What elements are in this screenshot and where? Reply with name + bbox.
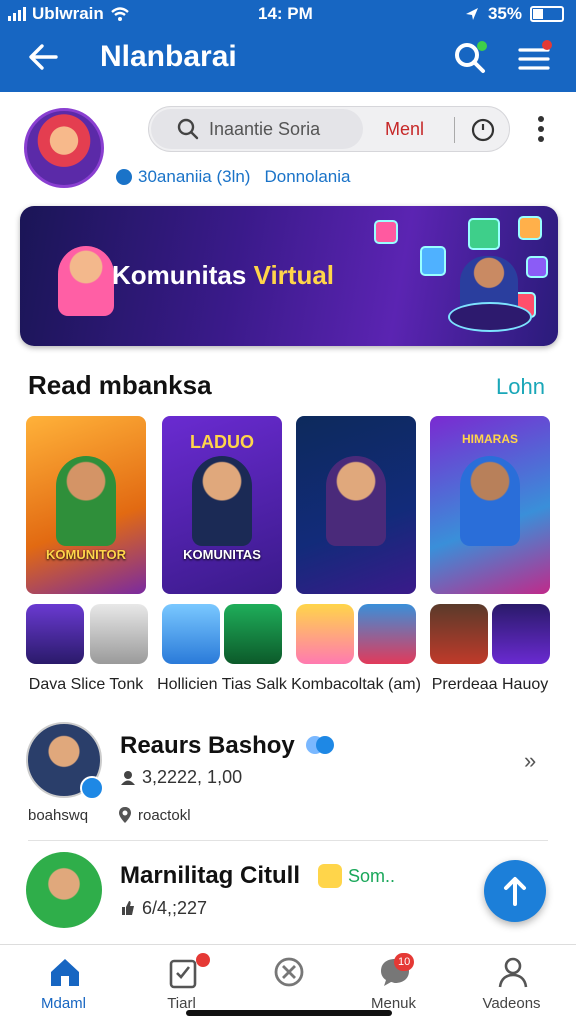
- user-name[interactable]: Marnilitag Citull: [120, 862, 300, 890]
- cancel-circle-icon: [274, 957, 304, 987]
- thumbnail-label: Kombacoltak (am): [291, 676, 421, 693]
- card-title: LADUO: [190, 432, 254, 452]
- verified-icon: [306, 736, 334, 754]
- banner-title: Komunitas Virtual: [112, 260, 335, 290]
- like-icon: [122, 901, 134, 915]
- thumbnail[interactable]: [430, 604, 488, 664]
- card-title: HIMARAS: [462, 432, 518, 446]
- see-all-link[interactable]: Lohn: [496, 374, 545, 400]
- search-input[interactable]: Inaantie Soria: [209, 119, 320, 140]
- user-stats: 3,2222, 1,00: [142, 767, 243, 787]
- status-bar: Ublwrain 14: PM 35%: [0, 0, 576, 28]
- notification-dot: [542, 40, 552, 50]
- card-character: [460, 456, 520, 546]
- status-label: Som..: [348, 866, 396, 886]
- clipboard-icon: [169, 959, 197, 989]
- nav-label: Mdaml: [40, 995, 86, 1012]
- thumbnail[interactable]: [26, 604, 84, 664]
- location-icon: [465, 8, 478, 20]
- banner-character: [58, 246, 114, 316]
- thumbnail[interactable]: [90, 604, 148, 664]
- search-bar[interactable]: Inaantie Soria Menl: [148, 106, 510, 152]
- floating-tile: [518, 216, 542, 240]
- card-caption: KOMUNITAS: [183, 547, 261, 562]
- clock-label: 14: PM: [258, 4, 313, 23]
- user-icon: [121, 771, 135, 785]
- app-bar: Ublwrain 14: PM 35% Nlanbarai: [0, 0, 576, 92]
- community-banner[interactable]: Komunitas Virtual: [20, 206, 558, 346]
- card-caption: KOMUNITOR: [46, 547, 126, 562]
- user-avatar[interactable]: [26, 852, 102, 928]
- profile-avatar[interactable]: [24, 108, 104, 188]
- location-pin-icon: [119, 807, 131, 823]
- user-stats: 6/4,;227: [142, 898, 208, 918]
- floating-tile: [420, 246, 446, 276]
- floating-tile: [468, 218, 500, 250]
- community-link[interactable]: Donnolania: [264, 167, 350, 187]
- card-character: [192, 456, 252, 546]
- verified-badge: [80, 776, 104, 800]
- thumbnail-label: Prerdeaa Hauoy: [431, 676, 549, 693]
- followers-count: 30ananiia (3ln): [138, 167, 251, 186]
- notification-dot: [196, 953, 210, 967]
- floating-tile: [374, 220, 398, 244]
- floating-tile: [526, 256, 548, 278]
- thumbnail-label: Hollicien Tias Salk: [157, 676, 287, 693]
- section-title: Read mbanksa: [28, 370, 212, 400]
- chevron-right-icon[interactable]: »: [524, 748, 536, 774]
- user-name[interactable]: Reaurs Bashoy: [120, 732, 295, 760]
- search-icon: [177, 118, 199, 140]
- banner-stage: [448, 302, 532, 332]
- thumbnail[interactable]: [296, 604, 354, 664]
- divider: [454, 117, 455, 143]
- nav-label: Vadeons: [482, 995, 541, 1012]
- thumbnail[interactable]: [492, 604, 550, 664]
- community-card[interactable]: HIMARAS: [430, 416, 550, 594]
- nav-profile[interactable]: Vadeons: [454, 945, 569, 1024]
- card-character: [56, 456, 116, 546]
- signal-icon: [8, 7, 26, 21]
- arrow-up-icon: [504, 877, 526, 906]
- community-card[interactable]: LADUO KOMUNITAS: [162, 416, 282, 594]
- community-card[interactable]: KOMUNITOR: [26, 416, 146, 594]
- battery-icon: [530, 6, 564, 22]
- clock-icon[interactable]: [471, 118, 495, 142]
- thumbnail[interactable]: [358, 604, 416, 664]
- search-icon[interactable]: [452, 40, 488, 76]
- thumbnail[interactable]: [162, 604, 220, 664]
- carrier-label: Ublwrain: [32, 4, 104, 23]
- thumbnail-label: Dava Slice Tonk: [28, 676, 144, 693]
- page-title: Nlanbarai: [100, 40, 237, 73]
- menu-button[interactable]: Menl: [385, 119, 424, 140]
- user-tag: boahswq: [28, 807, 89, 824]
- verified-icon: [116, 169, 132, 185]
- home-indicator[interactable]: [186, 1010, 392, 1016]
- card-character: [326, 456, 386, 546]
- community-card[interactable]: [296, 416, 416, 594]
- emoji-icon: [318, 864, 342, 888]
- compose-fab[interactable]: [484, 860, 546, 922]
- profile-meta: 30ananiia (3ln) Donnolania: [116, 167, 350, 187]
- divider: [28, 840, 548, 841]
- more-options-icon[interactable]: [534, 114, 548, 144]
- home-icon: [51, 959, 79, 986]
- person-icon: [498, 957, 528, 988]
- battery-percent: 35%: [487, 4, 522, 23]
- wifi-icon: [111, 7, 129, 21]
- nav-home[interactable]: Mdaml: [6, 945, 121, 1024]
- back-arrow-icon[interactable]: [26, 40, 60, 74]
- thumbnail[interactable]: [224, 604, 282, 664]
- message-count-badge: 10: [394, 953, 415, 971]
- user-location: roactokl: [138, 807, 191, 824]
